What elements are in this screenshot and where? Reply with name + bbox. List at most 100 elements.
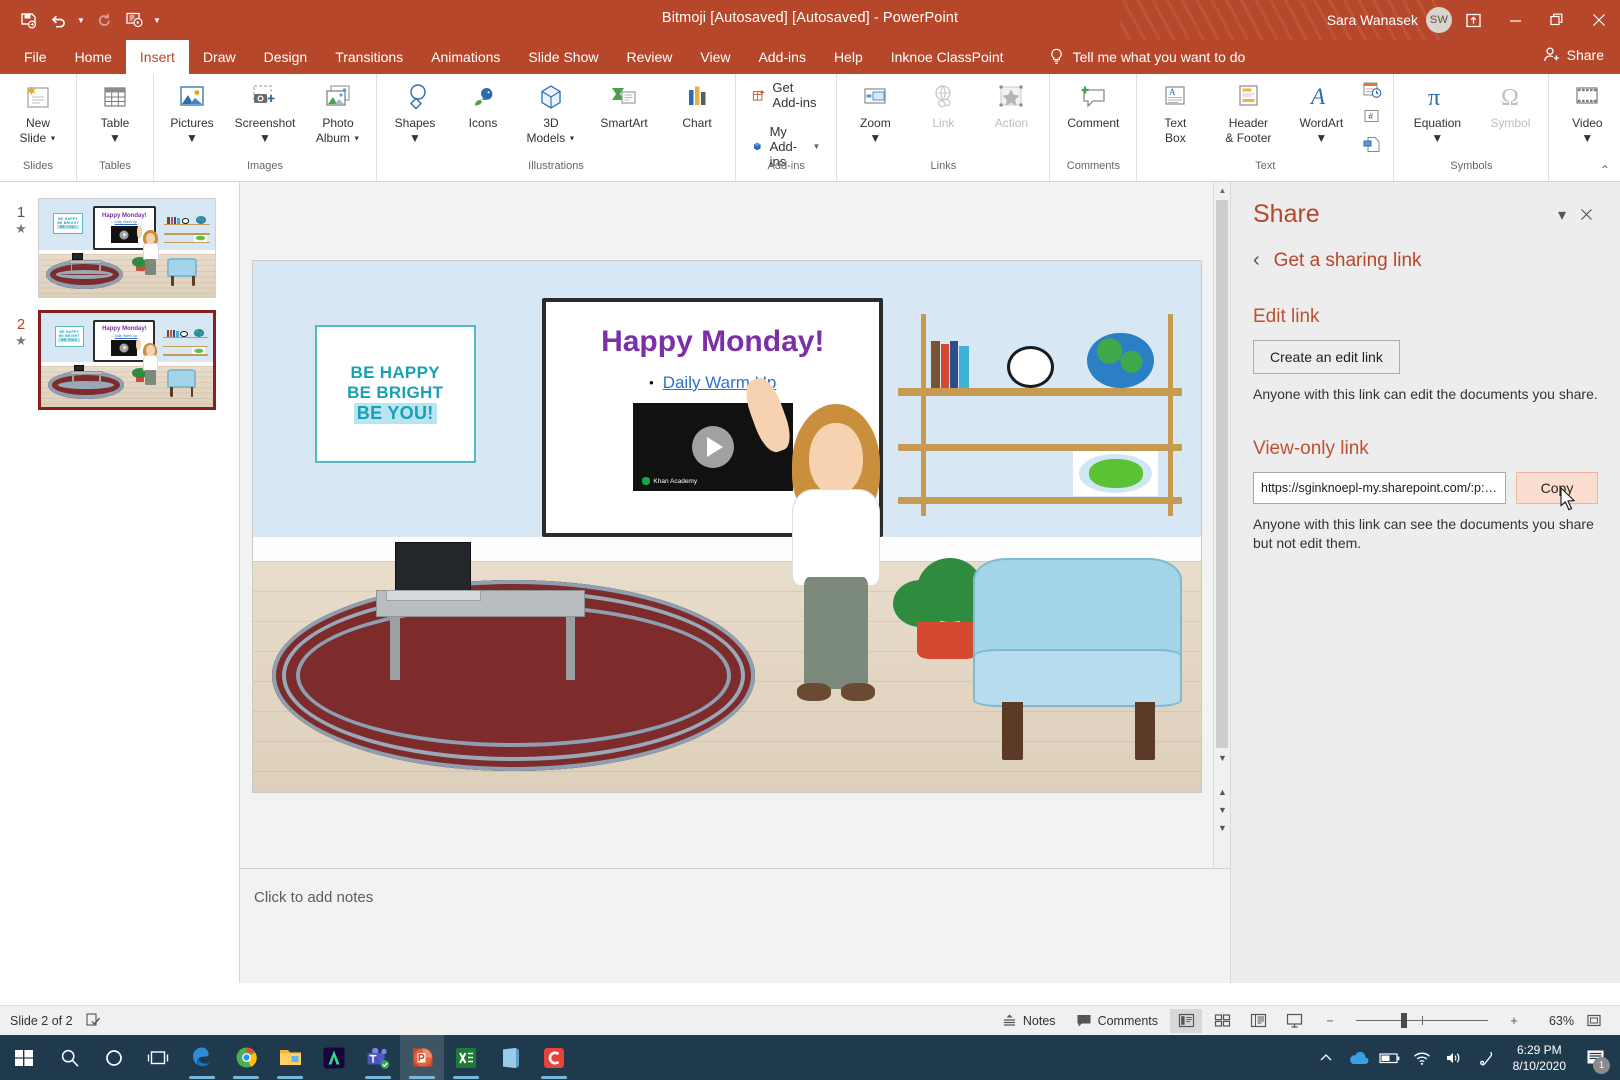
photo-album-button[interactable]: Photo Album ▼	[304, 78, 372, 148]
view-only-link-input[interactable]: https://sginknoepl-my.sharepoint.com/:p:…	[1253, 472, 1506, 504]
taskbar-clock[interactable]: 6:29 PM 8/10/2020	[1503, 1042, 1576, 1074]
tab-inknoe-classpoint[interactable]: Inknoe ClassPoint	[877, 40, 1018, 74]
volume-icon[interactable]	[1439, 1035, 1469, 1080]
tab-view[interactable]: View	[686, 40, 744, 74]
wall-poster[interactable]: BE HAPPY BE BRIGHT BE YOU!	[315, 325, 476, 463]
monster-sticker[interactable]	[1073, 451, 1158, 496]
battery-icon[interactable]	[1375, 1035, 1405, 1080]
powerpoint-icon[interactable]	[400, 1035, 444, 1080]
table-button[interactable]: Table ▼	[81, 78, 149, 148]
slide-vertical-scrollbar[interactable]: ▲ ▼ ▲ ▼ ▼	[1213, 182, 1230, 868]
header-footer-button[interactable]: Header & Footer	[1209, 78, 1287, 148]
teams-icon[interactable]	[356, 1035, 400, 1080]
edge-icon[interactable]	[180, 1035, 224, 1080]
zoom-button[interactable]: Zoom ▼	[841, 78, 909, 148]
fit-to-window-icon[interactable]	[1578, 1009, 1610, 1033]
tell-me-search[interactable]: Tell me what you want to do	[1048, 40, 1246, 74]
accessibility-checker-icon[interactable]	[85, 1012, 101, 1030]
tab-design[interactable]: Design	[250, 40, 322, 74]
fit-slide-icon[interactable]: ▼	[1214, 819, 1231, 836]
tab-add-ins[interactable]: Add-ins	[744, 40, 819, 74]
zoom-slider[interactable]	[1356, 1011, 1488, 1031]
slide-thumbnail-1[interactable]: 1 ★ BE HAPPY BE BRIGHT BE YOU! Happy Mon…	[0, 192, 239, 304]
new-slide-button[interactable]: New Slide ▼	[4, 78, 72, 148]
equation-button[interactable]: π Equation ▼	[1398, 78, 1476, 148]
slide-preview-1[interactable]: BE HAPPY BE BRIGHT BE YOU! Happy Monday!…	[38, 198, 216, 298]
action-center-icon[interactable]: 1	[1578, 1035, 1612, 1080]
slide-show-icon[interactable]	[1278, 1009, 1310, 1033]
zoom-slider-knob[interactable]	[1401, 1013, 1407, 1028]
wifi-icon[interactable]	[1407, 1035, 1437, 1080]
normal-view-icon[interactable]	[1170, 1009, 1202, 1033]
previous-slide-icon[interactable]: ▲	[1214, 783, 1231, 800]
tab-insert[interactable]: Insert	[126, 40, 189, 74]
comment-button[interactable]: Comment	[1054, 78, 1132, 133]
icons-button[interactable]: Icons	[449, 78, 517, 133]
video-button[interactable]: Video ▼	[1553, 78, 1620, 148]
get-addins-button[interactable]: Get Add-ins	[748, 78, 824, 112]
tab-slide-show[interactable]: Slide Show	[514, 40, 612, 74]
minimize-icon[interactable]	[1494, 0, 1536, 40]
zoom-in-icon[interactable]: +	[1498, 1009, 1530, 1033]
zoom-out-icon[interactable]: −	[1314, 1009, 1346, 1033]
restore-icon[interactable]	[1536, 0, 1578, 40]
date-time-icon[interactable]	[1359, 78, 1385, 102]
text-box-button[interactable]: A Text Box	[1141, 78, 1209, 148]
slide-canvas[interactable]: BE HAPPY BE BRIGHT BE YOU! Happy Monday!…	[253, 261, 1201, 792]
share-button[interactable]: Share	[1543, 46, 1604, 64]
smartart-button[interactable]: SmartArt	[585, 78, 663, 133]
3d-models-button[interactable]: 3D Models ▼	[517, 78, 585, 148]
play-button-icon[interactable]	[692, 426, 734, 468]
close-icon[interactable]	[1578, 0, 1620, 40]
avatar[interactable]: SW	[1426, 7, 1452, 33]
zoom-level[interactable]: 63%	[1534, 1014, 1574, 1028]
excel-icon[interactable]	[444, 1035, 488, 1080]
slide-thumbnail-2[interactable]: 2 ★ BE HAPPY BE BRIGHT BE YOU! Happy Mon…	[0, 304, 239, 416]
comments-button[interactable]: Comments	[1068, 1009, 1166, 1032]
tab-draw[interactable]: Draw	[189, 40, 250, 74]
slide-number-icon[interactable]: #	[1359, 105, 1385, 129]
next-slide-icon[interactable]: ▼	[1214, 801, 1231, 818]
slide-preview-2[interactable]: BE HAPPY BE BRIGHT BE YOU! Happy Monday!…	[38, 310, 216, 410]
classpoint-icon[interactable]	[532, 1035, 576, 1080]
tab-animations[interactable]: Animations	[417, 40, 514, 74]
chart-button[interactable]: Chart	[663, 78, 731, 133]
cortana-icon[interactable]	[92, 1035, 136, 1080]
panel-menu-icon[interactable]: ▾	[1550, 203, 1574, 227]
search-icon[interactable]	[48, 1035, 92, 1080]
account-name[interactable]: Sara Wanasek	[1327, 12, 1418, 28]
tab-transitions[interactable]: Transitions	[321, 40, 417, 74]
copy-button[interactable]: Copy	[1516, 472, 1598, 504]
pictures-button[interactable]: Pictures ▼	[158, 78, 226, 148]
show-hidden-icons-icon[interactable]	[1311, 1035, 1341, 1080]
chrome-icon[interactable]	[224, 1035, 268, 1080]
wordart-button[interactable]: A WordArt ▼	[1287, 78, 1355, 148]
onenote-icon[interactable]	[488, 1035, 532, 1080]
tab-help[interactable]: Help	[820, 40, 877, 74]
screenshot-button[interactable]: Screenshot ▼	[226, 78, 304, 148]
notes-pane[interactable]: Click to add notes	[240, 868, 1230, 983]
slide-sorter-icon[interactable]	[1206, 1009, 1238, 1033]
onedrive-icon[interactable]	[1343, 1035, 1373, 1080]
reading-view-icon[interactable]	[1242, 1009, 1274, 1033]
shapes-button[interactable]: Shapes ▼	[381, 78, 449, 148]
ribbon-display-options-icon[interactable]	[1452, 0, 1494, 40]
tab-file[interactable]: File	[10, 40, 61, 74]
scroll-down-icon[interactable]: ▼	[1214, 749, 1231, 766]
panel-close-icon[interactable]	[1574, 203, 1598, 227]
file-explorer-icon[interactable]	[268, 1035, 312, 1080]
task-view-icon[interactable]	[136, 1035, 180, 1080]
acrobat-a-icon[interactable]	[312, 1035, 356, 1080]
scroll-up-icon[interactable]: ▲	[1214, 182, 1231, 199]
collapse-ribbon-icon[interactable]: ⌃	[1600, 163, 1610, 177]
tab-home[interactable]: Home	[61, 40, 126, 74]
object-icon[interactable]	[1359, 132, 1385, 156]
tab-review[interactable]: Review	[612, 40, 686, 74]
back-to-share-button[interactable]: ‹ Get a sharing link	[1253, 249, 1598, 272]
windows-start-icon[interactable]	[0, 1035, 48, 1080]
create-edit-link-button[interactable]: Create an edit link	[1253, 340, 1400, 374]
teacher-bitmoji[interactable]	[774, 404, 897, 707]
notes-button[interactable]: Notes	[994, 1009, 1064, 1032]
pen-icon[interactable]	[1471, 1035, 1501, 1080]
scrollbar-thumb[interactable]	[1216, 200, 1228, 748]
